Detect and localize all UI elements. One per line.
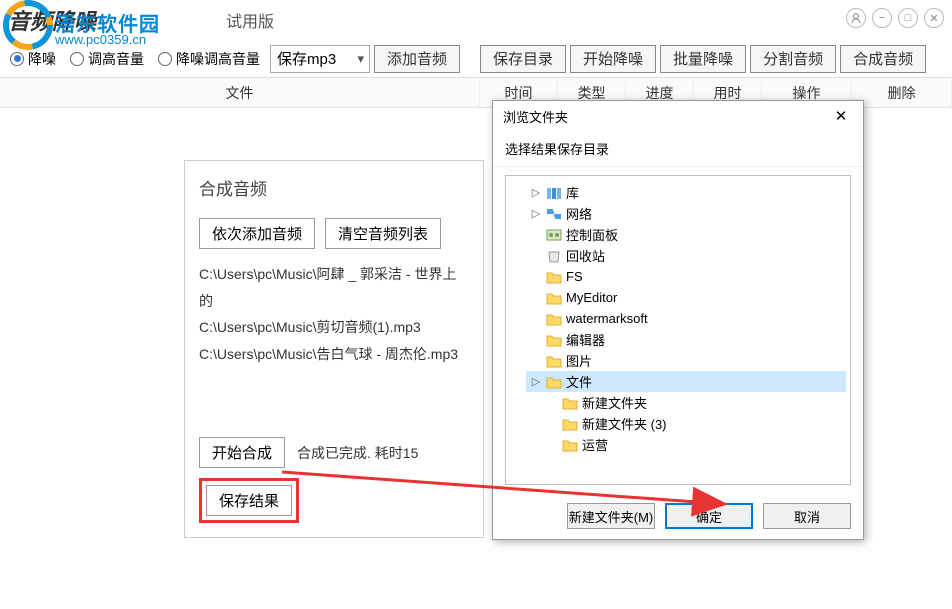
clear-list-button[interactable]: 清空音频列表 bbox=[325, 218, 441, 249]
minimize-icon[interactable]: − bbox=[872, 8, 892, 28]
folder-icon bbox=[546, 291, 562, 305]
cancel-button[interactable]: 取消 bbox=[763, 503, 851, 529]
tree-item[interactable]: ▷库 bbox=[526, 182, 846, 203]
th-delete: 删除 bbox=[852, 78, 952, 107]
tree-item[interactable]: FS bbox=[526, 266, 846, 287]
list-item[interactable]: C:\Users\pc\Music\告白气球 - 周杰伦.mp3 bbox=[199, 341, 469, 368]
dialog-close-icon[interactable]: ✕ bbox=[829, 104, 853, 128]
tree-item[interactable]: 回收站 bbox=[526, 245, 846, 266]
tree-toggle-icon[interactable]: ▷ bbox=[530, 186, 542, 199]
radio-volume-up[interactable]: 调高音量 bbox=[64, 49, 150, 69]
merge-status: 合成已完成. 耗时15 bbox=[297, 443, 418, 463]
ok-button[interactable]: 确定 bbox=[665, 503, 753, 529]
tree-item-label: 回收站 bbox=[566, 246, 605, 265]
format-select[interactable]: 保存mp3 bbox=[270, 45, 370, 73]
tree-item-label: 库 bbox=[566, 183, 579, 202]
file-list: C:\Users\pc\Music\阿肆 _ 郭采洁 - 世界上的 C:\Use… bbox=[199, 261, 469, 367]
radio-denoise[interactable]: 降噪 bbox=[4, 49, 62, 69]
folder-icon bbox=[546, 312, 562, 326]
save-result-highlight: 保存结果 bbox=[199, 478, 299, 523]
tree-toggle-icon[interactable]: ▷ bbox=[530, 207, 542, 220]
tree-item[interactable]: 编辑器 bbox=[526, 329, 846, 350]
folder-icon bbox=[546, 333, 562, 347]
folder-icon bbox=[546, 270, 562, 284]
tree-item[interactable]: 新建文件夹 (3) bbox=[542, 413, 846, 434]
folder-icon bbox=[562, 438, 578, 452]
tree-item[interactable]: watermarksoft bbox=[526, 308, 846, 329]
folder-icon bbox=[562, 417, 578, 431]
list-item[interactable]: C:\Users\pc\Music\阿肆 _ 郭采洁 - 世界上的 bbox=[199, 261, 469, 314]
tree-item[interactable]: ▷ 网络 bbox=[526, 203, 846, 224]
tree-item[interactable]: 新建文件夹 bbox=[542, 392, 846, 413]
panel-title: 合成音频 bbox=[199, 175, 469, 200]
mode-radio-group: 降噪 调高音量 降噪调高音量 bbox=[4, 49, 266, 69]
start-denoise-button[interactable]: 开始降噪 bbox=[570, 45, 656, 73]
radio-denoise-volume[interactable]: 降噪调高音量 bbox=[152, 49, 266, 69]
cp-icon bbox=[546, 228, 562, 242]
tree-item[interactable]: 运营 bbox=[542, 434, 846, 455]
watermark-url: www.pc0359.cn bbox=[55, 32, 146, 47]
tree-item[interactable]: 控制面板 bbox=[526, 224, 846, 245]
dialog-subtitle: 选择结果保存目录 bbox=[493, 131, 863, 167]
add-audio-button[interactable]: 添加音频 bbox=[374, 45, 460, 73]
user-icon[interactable] bbox=[846, 8, 866, 28]
tree-item-label: 运营 bbox=[582, 435, 608, 454]
folder-icon bbox=[546, 354, 562, 368]
new-folder-button[interactable]: 新建文件夹(M) bbox=[567, 503, 655, 529]
title-bar: 音频降噪 浯东软件园 www.pc0359.cn 试用版 − □ ✕ bbox=[0, 0, 952, 40]
tree-item-label: 新建文件夹 (3) bbox=[582, 414, 667, 433]
dialog-titlebar: 浏览文件夹 ✕ bbox=[493, 101, 863, 131]
merge-audio-button[interactable]: 合成音频 bbox=[840, 45, 926, 73]
th-file: 文件 bbox=[0, 78, 480, 107]
folder-tree[interactable]: ▷库▷网络控制面板回收站FSMyEditorwatermarksoft编辑器图片… bbox=[505, 175, 851, 485]
tree-item-label: 编辑器 bbox=[566, 330, 605, 349]
tree-item-label: 新建文件夹 bbox=[582, 393, 647, 412]
dialog-footer: 新建文件夹(M) 确定 取消 bbox=[493, 493, 863, 539]
bin-icon bbox=[546, 249, 562, 263]
tree-item-label: 图片 bbox=[566, 351, 592, 370]
folder-icon bbox=[562, 396, 578, 410]
close-icon[interactable]: ✕ bbox=[924, 8, 944, 28]
save-dir-button[interactable]: 保存目录 bbox=[480, 45, 566, 73]
lib-icon bbox=[546, 186, 562, 200]
split-audio-button[interactable]: 分割音频 bbox=[750, 45, 836, 73]
tree-item-label: FS bbox=[566, 269, 583, 284]
start-merge-button[interactable]: 开始合成 bbox=[199, 437, 285, 468]
tree-item-label: MyEditor bbox=[566, 290, 617, 305]
tree-toggle-icon[interactable]: ▷ bbox=[530, 375, 542, 388]
list-item[interactable]: C:\Users\pc\Music\剪切音频(1).mp3 bbox=[199, 314, 469, 341]
save-result-button[interactable]: 保存结果 bbox=[206, 485, 292, 516]
tree-item[interactable]: ▷ 文件 bbox=[526, 371, 846, 392]
tree-item-label: 控制面板 bbox=[566, 225, 618, 244]
window-controls: − □ ✕ bbox=[846, 8, 944, 28]
dialog-title-text: 浏览文件夹 bbox=[503, 107, 568, 126]
merge-panel: 合成音频 依次添加音频 清空音频列表 C:\Users\pc\Music\阿肆 … bbox=[184, 160, 484, 538]
tree-item-label: watermarksoft bbox=[566, 311, 648, 326]
tree-item[interactable]: 图片 bbox=[526, 350, 846, 371]
trial-label: 试用版 bbox=[226, 8, 274, 32]
add-sequential-button[interactable]: 依次添加音频 bbox=[199, 218, 315, 249]
folder-icon bbox=[546, 375, 562, 389]
net-icon bbox=[546, 207, 562, 221]
browse-folder-dialog: 浏览文件夹 ✕ 选择结果保存目录 ▷库▷网络控制面板回收站FSMyEditorw… bbox=[492, 100, 864, 540]
tree-item-label: 网络 bbox=[566, 204, 592, 223]
tree-item-label: 文件 bbox=[566, 372, 592, 391]
watermark-logo-icon bbox=[0, 0, 55, 50]
batch-denoise-button[interactable]: 批量降噪 bbox=[660, 45, 746, 73]
maximize-icon[interactable]: □ bbox=[898, 8, 918, 28]
tree-item[interactable]: MyEditor bbox=[526, 287, 846, 308]
